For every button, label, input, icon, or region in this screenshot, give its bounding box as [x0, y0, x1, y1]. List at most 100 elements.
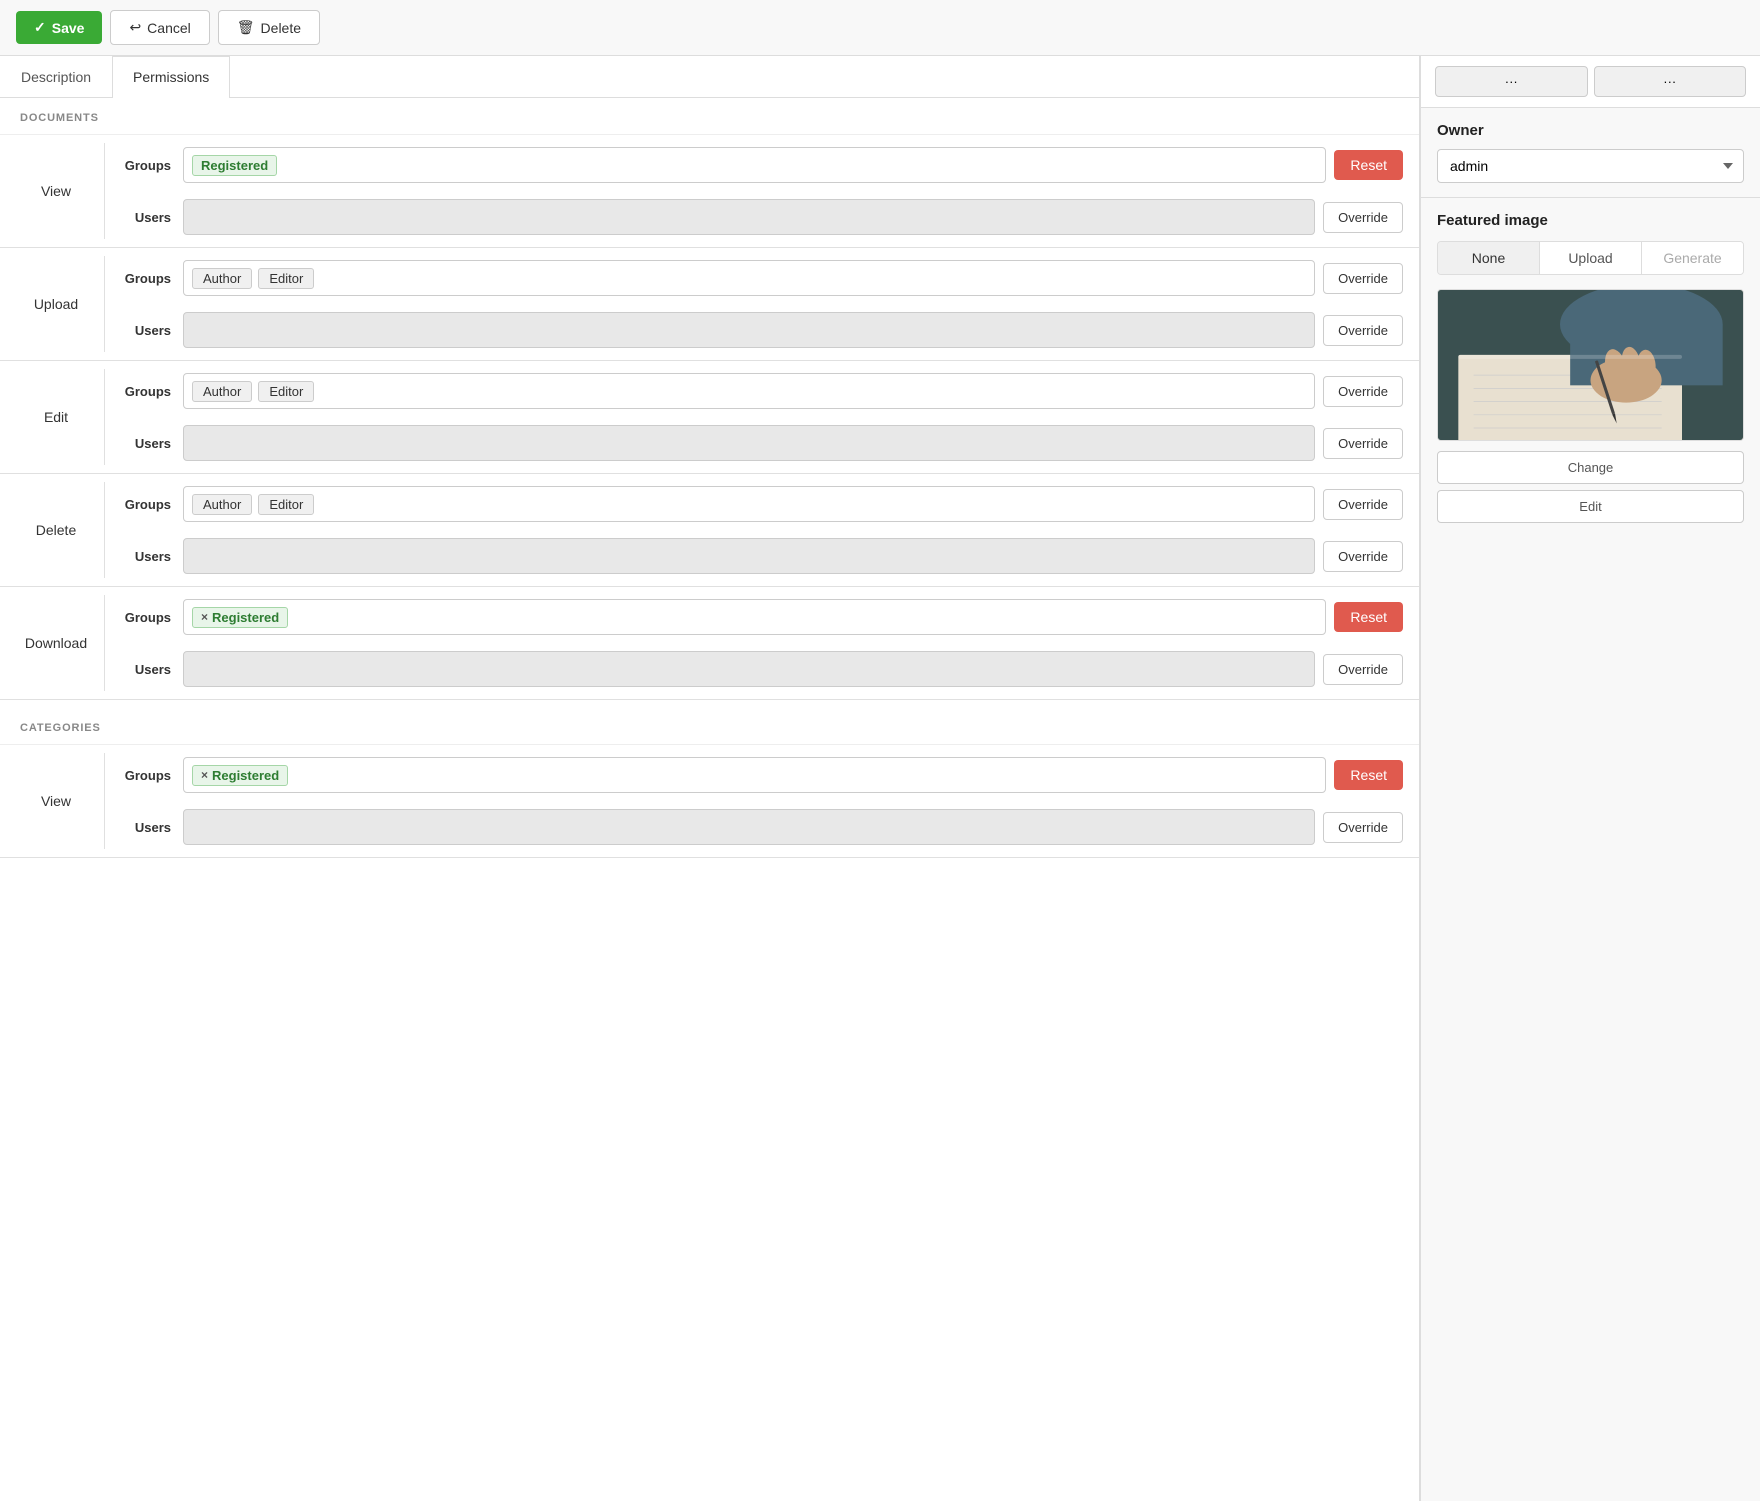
edit-groups-input[interactable]: Author Editor: [183, 373, 1315, 409]
right-action-btn-2[interactable]: ···: [1594, 66, 1747, 97]
featured-image-svg: [1438, 290, 1743, 440]
delete-users-input[interactable]: [183, 538, 1315, 574]
main-layout: Description Permissions DOCUMENTS View G…: [0, 56, 1760, 1501]
registered-tag: × Registered: [192, 765, 288, 786]
edit-action-label: Edit: [16, 365, 96, 469]
edit-image-button[interactable]: Edit: [1437, 490, 1744, 523]
categories-view-groups-reset-button[interactable]: Reset: [1334, 760, 1403, 790]
upload-rows: Groups Author Editor Override Users Over…: [113, 252, 1411, 356]
tab-description[interactable]: Description: [0, 56, 112, 98]
author-tag: Author: [192, 381, 252, 402]
groups-label: Groups: [113, 610, 183, 625]
upload-users-row: Users Override: [113, 304, 1411, 356]
author-tag: Author: [192, 494, 252, 515]
editor-tag: Editor: [258, 494, 314, 515]
delete-groups-input[interactable]: Author Editor: [183, 486, 1315, 522]
featured-image-container: [1437, 289, 1744, 441]
users-label: Users: [113, 549, 183, 564]
upload-groups-override-button[interactable]: Override: [1323, 263, 1403, 294]
view-users-input[interactable]: [183, 199, 1315, 235]
edit-groups-override-button[interactable]: Override: [1323, 376, 1403, 407]
featured-tab-upload[interactable]: Upload: [1540, 242, 1642, 274]
download-users-row: Users Override: [113, 643, 1411, 695]
featured-image-section: Featured image None Upload Generate: [1421, 198, 1760, 543]
delete-button[interactable]: 🗑 Delete: [218, 10, 320, 45]
categories-view-action-label: View: [16, 749, 96, 853]
right-action-btn-1[interactable]: ···: [1435, 66, 1588, 97]
delete-groups-row: Groups Author Editor Override: [113, 478, 1411, 530]
owner-select[interactable]: admin editor author: [1437, 149, 1744, 183]
featured-tab-none[interactable]: None: [1438, 242, 1540, 274]
change-image-button[interactable]: Change: [1437, 451, 1744, 484]
editor-tag: Editor: [258, 268, 314, 289]
divider: [104, 143, 105, 239]
upload-groups-input[interactable]: Author Editor: [183, 260, 1315, 296]
remove-registered-button[interactable]: ×: [201, 768, 208, 782]
categories-section-label: CATEGORIES: [0, 708, 1419, 745]
edit-rows: Groups Author Editor Override Users Over…: [113, 365, 1411, 469]
owner-title: Owner: [1437, 122, 1744, 139]
tabs-container: Description Permissions: [0, 56, 1419, 98]
registered-tag: × Registered: [192, 607, 288, 628]
tab-permissions[interactable]: Permissions: [112, 56, 230, 98]
edit-users-row: Users Override: [113, 417, 1411, 469]
divider: [104, 595, 105, 691]
view-rows: Groups Registered Reset Users Override: [113, 139, 1411, 243]
featured-tab-generate[interactable]: Generate: [1642, 242, 1743, 274]
divider: [104, 753, 105, 849]
edit-users-input[interactable]: [183, 425, 1315, 461]
delete-rows: Groups Author Editor Override Users Over…: [113, 478, 1411, 582]
view-users-row: Users Override: [113, 191, 1411, 243]
cancel-button[interactable]: ↩ Cancel: [110, 10, 209, 45]
categories-view-groups-input[interactable]: × Registered: [183, 757, 1326, 793]
upload-users-input[interactable]: [183, 312, 1315, 348]
documents-section-label: DOCUMENTS: [0, 98, 1419, 135]
toolbar: ✓ Save ↩ Cancel 🗑 Delete: [0, 0, 1760, 56]
featured-image-tabs: None Upload Generate: [1437, 241, 1744, 275]
groups-label: Groups: [113, 497, 183, 512]
view-users-override-button[interactable]: Override: [1323, 202, 1403, 233]
permission-categories-view: View Groups × Registered Reset Users: [0, 745, 1419, 858]
undo-icon: ↩: [129, 19, 141, 36]
trash-icon: 🗑: [237, 19, 255, 36]
download-groups-input[interactable]: × Registered: [183, 599, 1326, 635]
users-label: Users: [113, 436, 183, 451]
permission-delete: Delete Groups Author Editor Override Use…: [0, 474, 1419, 587]
permission-edit: Edit Groups Author Editor Override Users…: [0, 361, 1419, 474]
categories-view-users-override-button[interactable]: Override: [1323, 812, 1403, 843]
view-groups-reset-button[interactable]: Reset: [1334, 150, 1403, 180]
download-users-override-button[interactable]: Override: [1323, 654, 1403, 685]
author-tag: Author: [192, 268, 252, 289]
view-groups-input[interactable]: Registered: [183, 147, 1326, 183]
delete-users-override-button[interactable]: Override: [1323, 541, 1403, 572]
permission-upload: Upload Groups Author Editor Override Use…: [0, 248, 1419, 361]
users-label: Users: [113, 820, 183, 835]
groups-label: Groups: [113, 768, 183, 783]
editor-tag: Editor: [258, 381, 314, 402]
permission-download: Download Groups × Registered Reset Users: [0, 587, 1419, 700]
permission-view: View Groups Registered Reset Users Overr…: [0, 135, 1419, 248]
upload-action-label: Upload: [16, 252, 96, 356]
view-groups-row: Groups Registered Reset: [113, 139, 1411, 191]
download-action-label: Download: [16, 591, 96, 695]
right-panel: ··· ··· Owner admin editor author Featur…: [1420, 56, 1760, 1501]
download-users-input[interactable]: [183, 651, 1315, 687]
save-button[interactable]: ✓ Save: [16, 11, 102, 44]
download-groups-row: Groups × Registered Reset: [113, 591, 1411, 643]
categories-view-users-input[interactable]: [183, 809, 1315, 845]
edit-users-override-button[interactable]: Override: [1323, 428, 1403, 459]
delete-groups-override-button[interactable]: Override: [1323, 489, 1403, 520]
check-icon: ✓: [34, 19, 46, 36]
download-groups-reset-button[interactable]: Reset: [1334, 602, 1403, 632]
upload-users-override-button[interactable]: Override: [1323, 315, 1403, 346]
owner-section: Owner admin editor author: [1421, 108, 1760, 198]
categories-view-rows: Groups × Registered Reset Users Override: [113, 749, 1411, 853]
featured-image-preview: [1438, 290, 1743, 440]
groups-label: Groups: [113, 384, 183, 399]
remove-registered-button[interactable]: ×: [201, 610, 208, 624]
featured-image-title: Featured image: [1437, 212, 1744, 229]
left-panel: Description Permissions DOCUMENTS View G…: [0, 56, 1420, 1501]
view-action-label: View: [16, 139, 96, 243]
users-label: Users: [113, 210, 183, 225]
right-top-buttons: ··· ···: [1421, 56, 1760, 108]
